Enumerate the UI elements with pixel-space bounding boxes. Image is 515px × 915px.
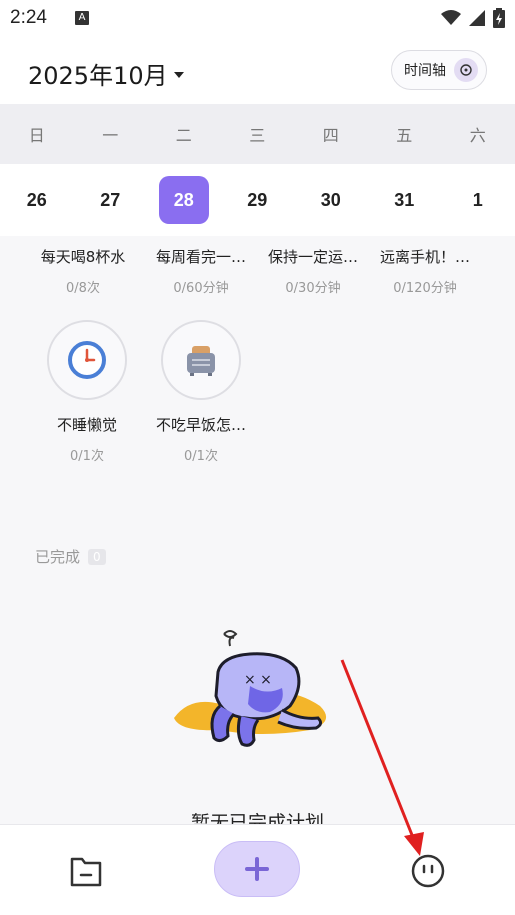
date-cell[interactable]: 31 — [368, 164, 442, 236]
habit-name: 每天喝8杯水 — [40, 248, 126, 266]
wifi-icon — [441, 10, 461, 25]
habit-item[interactable]: 不吃早饭怎… 0/1次 — [146, 320, 256, 464]
weekday-label: 日 — [28, 126, 45, 145]
selected-date: 28 — [158, 176, 209, 224]
habit-icon-circle — [47, 320, 127, 400]
date-number: 29 — [247, 189, 268, 210]
habit-name: 不睡懒觉 — [56, 416, 117, 434]
date-number: 31 — [394, 189, 415, 210]
date-cell[interactable]: 29 — [221, 164, 295, 236]
date-number: 27 — [100, 189, 121, 210]
completed-label: 已完成 — [35, 548, 81, 566]
habit-item[interactable]: 远离手机！… 0/120分钟 — [370, 246, 480, 296]
weekday-label: 一 — [102, 126, 119, 145]
toaster-icon — [187, 346, 215, 376]
habit-name: 不吃早饭怎… — [155, 416, 246, 434]
habit-item[interactable]: 不睡懒觉 0/1次 — [32, 320, 142, 464]
timeline-label: 时间轴 — [404, 63, 446, 79]
signal-icon — [469, 10, 485, 26]
weekday-label: 三 — [249, 126, 266, 145]
habit-item[interactable]: 保持一定运… 0/30分钟 — [258, 246, 368, 296]
empty-state-text: 暂无已完成计划 — [190, 812, 324, 824]
habit-progress: 0/120分钟 — [393, 281, 457, 296]
clock-icon — [68, 341, 106, 379]
date-row: 26 27 28 29 30 31 1 — [0, 164, 515, 236]
plus-icon — [245, 857, 269, 881]
timeline-button[interactable]: 时间轴 — [391, 50, 487, 90]
battery-icon — [493, 8, 505, 28]
bottom-nav — [0, 824, 515, 915]
habit-progress: 0/30分钟 — [285, 281, 341, 296]
date-cell[interactable]: 28 — [147, 164, 221, 236]
date-number: 26 — [26, 189, 47, 210]
weekday-label: 四 — [322, 126, 339, 145]
weekday-label: 五 — [396, 126, 413, 145]
completed-count-badge: 0 — [88, 548, 106, 565]
caret-down-icon — [173, 71, 184, 78]
habit-progress: 0/1次 — [184, 449, 218, 464]
sleepy-mascot-illustration: × × — [174, 630, 327, 747]
compass-icon — [454, 58, 478, 82]
habit-list: 每天喝8杯水 0/8次 每周看完一… 0/60分钟 保持一定运… 0/30分钟 … — [0, 236, 515, 824]
habit-item[interactable]: 每天喝8杯水 0/8次 — [28, 246, 138, 296]
weekday-label: 六 — [469, 126, 486, 145]
status-icons — [441, 8, 505, 28]
habit-name: 每周看完一… — [155, 248, 246, 266]
habit-progress: 0/1次 — [70, 449, 104, 464]
date-cell[interactable]: 30 — [294, 164, 368, 236]
status-time: 2:24 — [10, 7, 47, 28]
month-title: 2025年10月 — [28, 62, 168, 90]
habit-progress: 0/60分钟 — [173, 281, 229, 296]
date-cell[interactable]: 26 — [0, 164, 74, 236]
notification-a-icon: A — [74, 11, 89, 25]
date-cell[interactable]: 1 — [441, 164, 515, 236]
month-selector[interactable]: 2025年10月 — [28, 56, 184, 91]
completed-section-header[interactable]: 已完成 0 — [35, 546, 106, 567]
folder-icon[interactable] — [66, 851, 106, 891]
add-plan-button[interactable] — [214, 841, 300, 897]
face-icon[interactable] — [410, 853, 446, 889]
date-number: 30 — [320, 189, 341, 210]
habit-progress: 0/8次 — [66, 281, 100, 296]
date-number: 1 — [472, 189, 483, 210]
habit-name: 远离手机！… — [379, 248, 470, 266]
habit-icon-circle — [161, 320, 241, 400]
habit-item[interactable]: 每周看完一… 0/60分钟 — [146, 246, 256, 296]
date-cell[interactable]: 27 — [74, 164, 148, 236]
habit-name: 保持一定运… — [267, 248, 358, 266]
status-bar: 2:24 A — [0, 0, 515, 36]
svg-text:× ×: × × — [244, 672, 272, 688]
weekday-label: 二 — [175, 126, 192, 145]
weekday-row: 日一二三四五六 — [0, 104, 515, 164]
header: 2025年10月 时间轴 — [0, 36, 515, 104]
